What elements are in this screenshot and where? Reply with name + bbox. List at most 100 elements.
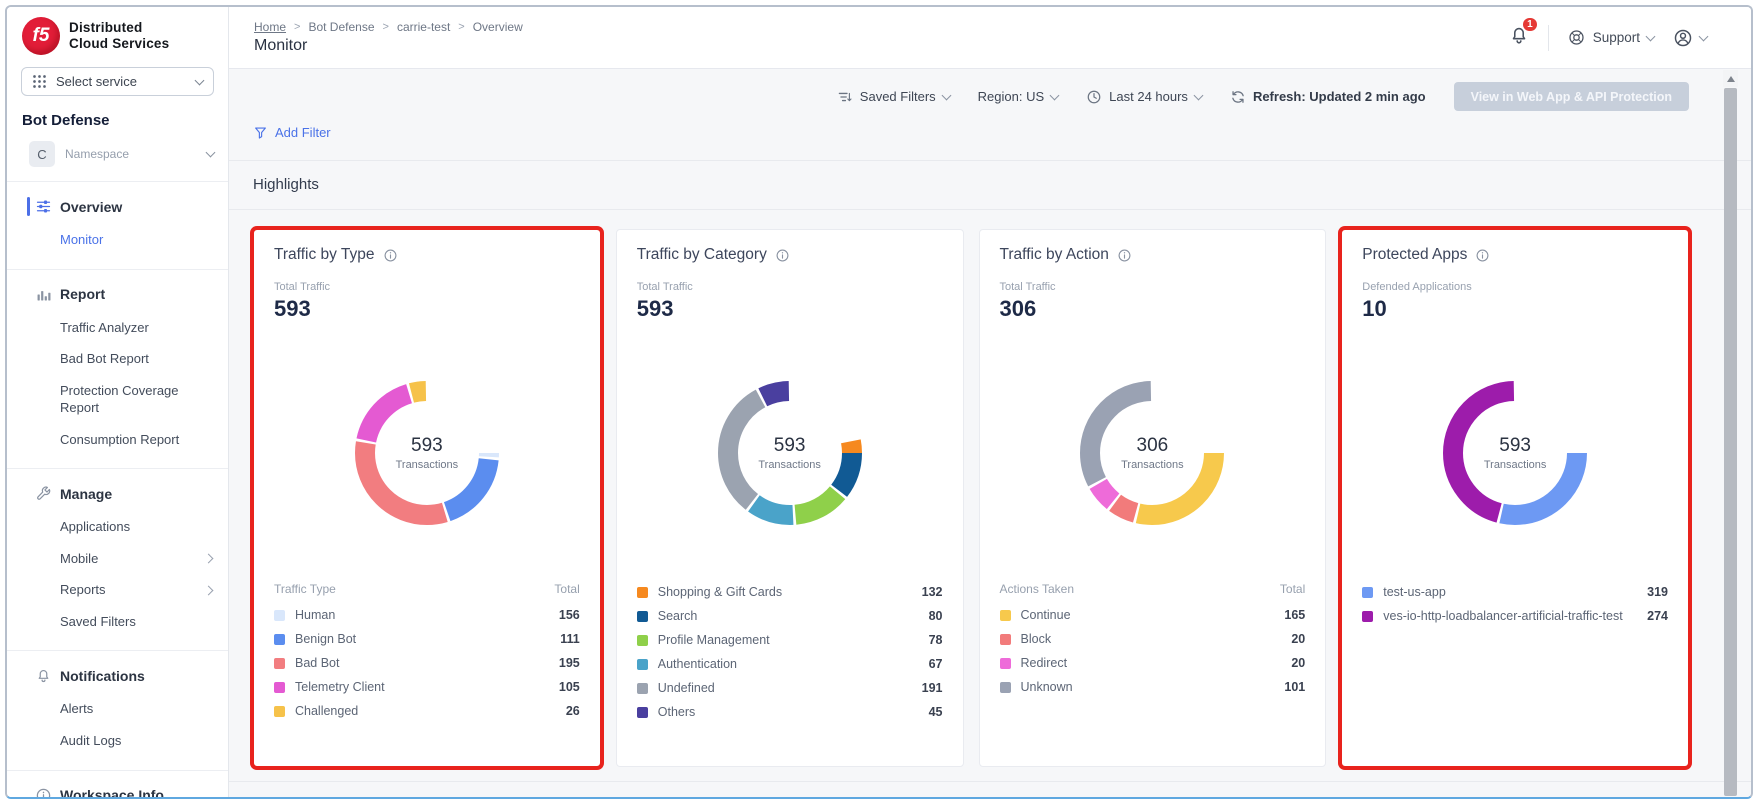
view-in-waap-button[interactable]: View in Web App & API Protection xyxy=(1454,82,1689,111)
breadcrumb-separator: > xyxy=(294,21,300,33)
sidebar-section-header-manage[interactable]: Manage xyxy=(7,476,228,511)
legend-row-human[interactable]: Human156 xyxy=(274,603,580,627)
sidebar-section-header-notifications[interactable]: Notifications xyxy=(7,658,228,693)
legend-swatch xyxy=(637,635,648,646)
legend-swatch xyxy=(274,658,285,669)
support-menu[interactable]: Support xyxy=(1567,28,1654,47)
sidebar-item-alerts[interactable]: Alerts xyxy=(7,693,228,725)
legend-row-continue[interactable]: Continue165 xyxy=(1000,603,1306,627)
funnel-icon xyxy=(253,125,268,140)
support-icon xyxy=(1567,28,1586,47)
sidebar-item-consumption-report[interactable]: Consumption Report xyxy=(7,424,228,456)
legend-swatch xyxy=(637,707,648,718)
card-title: Traffic by Category xyxy=(637,246,943,264)
legend-swatch xyxy=(1000,682,1011,693)
traffic-by-category-donut-chart[interactable]: 593Transactions xyxy=(710,373,870,533)
protected-apps-donut-chart[interactable]: 593Transactions xyxy=(1435,373,1595,533)
sidebar-item-monitor[interactable]: Monitor xyxy=(7,224,228,256)
breadcrumb-separator: > xyxy=(458,21,464,33)
info-icon[interactable] xyxy=(1475,248,1490,263)
refresh-icon xyxy=(1230,89,1246,105)
sidebar-item-traffic-analyzer[interactable]: Traffic Analyzer xyxy=(7,312,228,344)
legend-row-benign-bot[interactable]: Benign Bot111 xyxy=(274,627,580,651)
sidebar-item-applications[interactable]: Applications xyxy=(7,511,228,543)
legend-value: 165 xyxy=(1284,608,1305,622)
card-title: Protected Apps xyxy=(1362,246,1668,264)
time-range-dropdown[interactable]: Last 24 hours xyxy=(1086,89,1202,105)
main-area: Home>Bot Defense>carrie-test>Overview Mo… xyxy=(229,7,1751,797)
breadcrumb-item-overview[interactable]: Overview xyxy=(473,20,523,34)
legend-swatch xyxy=(1000,658,1011,669)
legend-row-undefined[interactable]: Undefined191 xyxy=(637,676,943,700)
chevron-down-icon xyxy=(1193,90,1203,100)
legend-label: Search xyxy=(658,609,698,623)
refresh-button[interactable]: Refresh: Updated 2 min ago xyxy=(1230,89,1426,105)
legend-row-telemetry-client[interactable]: Telemetry Client105 xyxy=(274,675,580,699)
breadcrumb-item-carrie-test[interactable]: carrie-test xyxy=(397,20,450,34)
vertical-scrollbar[interactable] xyxy=(1723,70,1738,796)
metric-label: Total Traffic xyxy=(637,281,943,293)
filter-lines-icon xyxy=(837,89,853,105)
legend-row-unknown[interactable]: Unknown101 xyxy=(1000,675,1306,699)
sidebar-nav: OverviewMonitor ReportTraffic Analyzer Bad… xyxy=(7,181,228,799)
chevron-down-icon xyxy=(1699,31,1709,41)
sidebar-item-label: Bad Bot Report xyxy=(60,350,149,368)
info-icon[interactable] xyxy=(775,248,790,263)
legend-row-search[interactable]: Search80 xyxy=(637,604,943,628)
scroll-up-icon[interactable] xyxy=(1723,70,1738,87)
chevron-down-icon xyxy=(206,148,216,158)
legend-swatch xyxy=(637,683,648,694)
legend-row-challenged[interactable]: Challenged26 xyxy=(274,699,580,723)
traffic-by-type-donut-chart[interactable]: 593Transactions xyxy=(347,373,507,533)
account-menu[interactable] xyxy=(1672,27,1707,49)
card-title-text: Protected Apps xyxy=(1362,246,1467,264)
sidebar-item-reports[interactable]: Reports xyxy=(7,574,228,606)
traffic-by-action-donut-chart[interactable]: 306Transactions xyxy=(1072,373,1232,533)
info-icon[interactable] xyxy=(383,248,398,263)
legend-row-shopping-gift-cards[interactable]: Shopping & Gift Cards132 xyxy=(637,580,943,604)
sidebar-item-protection-coverage-report[interactable]: Protection Coverage Report xyxy=(7,375,228,424)
legend-row-redirect[interactable]: Redirect20 xyxy=(1000,651,1306,675)
region-dropdown[interactable]: Region: US xyxy=(978,89,1058,104)
sidebar-section-header-report[interactable]: Report xyxy=(7,277,228,312)
legend-swatch xyxy=(1362,611,1373,622)
saved-filters-dropdown[interactable]: Saved Filters xyxy=(837,89,950,105)
legend-row-test-us-app[interactable]: test-us-app319 xyxy=(1362,580,1668,604)
metric-label: Defended Applications xyxy=(1362,281,1668,293)
select-service-dropdown[interactable]: Select service xyxy=(21,67,214,96)
notifications-button[interactable]: 1 xyxy=(1508,24,1530,51)
legend-row-ves-io-http-loadbalancer-artificial-traffic-test[interactable]: ves-io-http-loadbalancer-artificial-traf… xyxy=(1362,604,1668,628)
namespace-selector[interactable]: C Namespace xyxy=(29,141,214,167)
legend-swatch xyxy=(274,610,285,621)
legend-row-authentication[interactable]: Authentication67 xyxy=(637,652,943,676)
breadcrumb-item-bot-defense[interactable]: Bot Defense xyxy=(308,20,374,34)
add-filter-button[interactable]: Add Filter xyxy=(253,125,331,140)
legend-row-bad-bot[interactable]: Bad Bot195 xyxy=(274,651,580,675)
card-title: Traffic by Type xyxy=(274,246,580,264)
legend-value: 78 xyxy=(929,633,943,647)
legend-row-block[interactable]: Block20 xyxy=(1000,627,1306,651)
sidebar-item-mobile[interactable]: Mobile xyxy=(7,543,228,575)
sidebar-section-header-overview[interactable]: Overview xyxy=(7,189,228,224)
sidebar-item-bad-bot-report[interactable]: Bad Bot Report xyxy=(7,343,228,375)
header-divider xyxy=(1548,25,1549,51)
info-icon[interactable] xyxy=(1117,248,1132,263)
legend-row-others[interactable]: Others45 xyxy=(637,700,943,724)
sidebar-section-header-workspace-info[interactable]: Workspace Info xyxy=(7,778,228,799)
sidebar-item-saved-filters[interactable]: Saved Filters xyxy=(7,606,228,638)
sidebar-item-label: Saved Filters xyxy=(60,613,136,631)
legend-label: Human xyxy=(295,608,335,622)
legend-swatch xyxy=(1000,634,1011,645)
legend-swatch xyxy=(274,682,285,693)
legend-label: Block xyxy=(1021,632,1052,646)
sidebar-item-audit-logs[interactable]: Audit Logs xyxy=(7,725,228,757)
filter-toolbar: Saved Filters Region: US Last 24 hours R… xyxy=(229,69,1751,123)
chart-area: 306Transactions xyxy=(1000,346,1306,560)
legend: Actions TakenTotalContinue165Block20Redi… xyxy=(1000,580,1306,699)
legend-row-profile-management[interactable]: Profile Management78 xyxy=(637,628,943,652)
card-traffic-by-type: Traffic by TypeTotal Traffic593593Transa… xyxy=(253,229,601,767)
scrollbar-thumb[interactable] xyxy=(1724,88,1737,796)
card-protected-apps: Protected AppsDefended Applications10593… xyxy=(1341,229,1689,767)
breadcrumb-item-home[interactable]: Home xyxy=(254,20,286,34)
breadcrumb-separator: > xyxy=(383,21,389,33)
